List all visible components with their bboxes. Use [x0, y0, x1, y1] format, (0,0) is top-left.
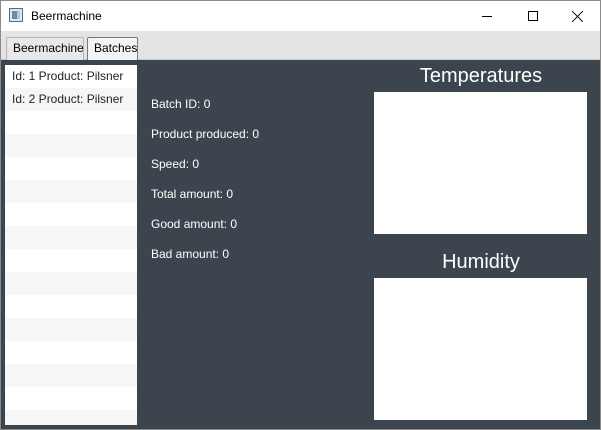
- app-window-icon: [9, 8, 23, 22]
- humidity-chart-area: [374, 278, 587, 420]
- humidity-title: Humidity: [442, 251, 520, 273]
- product-produced-label: Product produced: 0: [151, 127, 260, 141]
- empty-list-row: [5, 364, 137, 387]
- list-item[interactable]: Id: 1 Product: Pilsner: [5, 65, 137, 88]
- minimize-button[interactable]: [464, 1, 510, 31]
- batches-panel: Id: 1 Product: Pilsner Id: 2 Product: Pi…: [1, 60, 600, 429]
- empty-list-row: [5, 203, 137, 226]
- empty-list-row: [5, 410, 137, 425]
- title-bar[interactable]: Beermachine: [1, 1, 600, 31]
- empty-list-row: [5, 295, 137, 318]
- batch-id-label: Batch ID: 0: [151, 97, 211, 111]
- window-title: Beermachine: [31, 9, 102, 23]
- empty-list-row: [5, 226, 137, 249]
- list-item[interactable]: Id: 2 Product: Pilsner: [5, 88, 137, 111]
- empty-list-row: [5, 249, 137, 272]
- minimize-icon: [482, 15, 492, 17]
- maximize-icon: [528, 11, 538, 21]
- speed-label: Speed: 0: [151, 157, 200, 171]
- tab-beermachine[interactable]: Beermachine: [6, 37, 84, 60]
- good-amount-label: Good amount: 0: [151, 217, 238, 231]
- tab-bar: Beermachine Batches: [1, 31, 600, 60]
- empty-list-row: [5, 272, 137, 295]
- temperatures-title: Temperatures: [419, 65, 543, 87]
- total-amount-label: Total amount: 0: [151, 187, 234, 201]
- app-window: Beermachine Beermachine Batches Id: 1 Pr…: [0, 0, 601, 430]
- empty-list-row: [5, 134, 137, 157]
- temperatures-chart-area: [374, 92, 587, 234]
- empty-list-row: [5, 157, 137, 180]
- empty-list-row: [5, 180, 137, 203]
- bad-amount-label: Bad amount: 0: [151, 247, 230, 261]
- maximize-button[interactable]: [510, 1, 556, 31]
- batch-list[interactable]: Id: 1 Product: Pilsner Id: 2 Product: Pi…: [5, 65, 137, 425]
- batch-details: Batch ID: 0 Product produced: 0 Speed: 0…: [151, 97, 259, 277]
- empty-list-row: [5, 111, 137, 134]
- close-button[interactable]: [555, 1, 600, 31]
- tab-batches[interactable]: Batches: [87, 37, 138, 60]
- close-icon: [572, 10, 584, 22]
- empty-list-row: [5, 341, 137, 364]
- empty-list-row: [5, 387, 137, 410]
- empty-list-row: [5, 318, 137, 341]
